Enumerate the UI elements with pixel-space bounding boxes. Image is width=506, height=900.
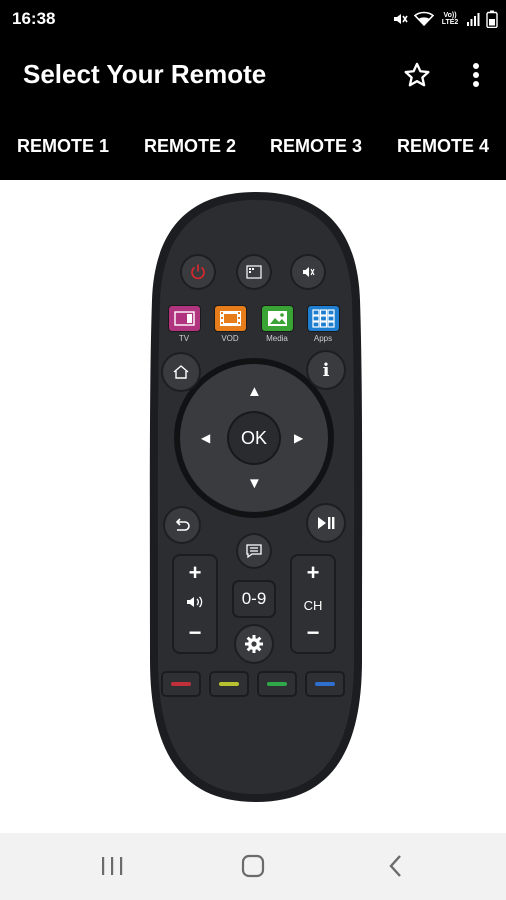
more-options-button[interactable] [462, 56, 490, 94]
home-nav-button[interactable] [231, 848, 275, 884]
down-arrow-icon[interactable]: ▼ [247, 476, 262, 491]
signal-icon [466, 12, 480, 26]
wifi-icon [414, 11, 434, 27]
input-source-button[interactable] [238, 256, 270, 288]
yellow-key-button[interactable] [211, 673, 247, 695]
channel-up-button[interactable]: + [292, 560, 334, 586]
red-key-button[interactable] [163, 673, 199, 695]
tv-app-button[interactable] [169, 306, 200, 331]
volume-down-button[interactable]: − [174, 620, 216, 646]
message-icon [246, 544, 262, 559]
numbers-label: 0-9 [241, 589, 267, 608]
home-icon [241, 854, 265, 878]
settings-button[interactable] [236, 626, 272, 662]
subtitle-button[interactable] [238, 535, 270, 567]
tab-remote-1[interactable]: REMOTE 1 [17, 136, 109, 157]
media-label: Media [266, 334, 288, 343]
status-icons: Vo)) LTE2 [392, 8, 498, 30]
tab-remote-4[interactable]: REMOTE 4 [397, 136, 489, 157]
battery-icon [486, 10, 498, 28]
mute-icon [303, 267, 315, 277]
tv-icon [169, 306, 200, 331]
tab-remote-3[interactable]: REMOTE 3 [270, 136, 362, 157]
vod-label: VOD [221, 334, 239, 343]
status-time: 16:38 [12, 9, 56, 28]
star-icon [404, 62, 430, 87]
input-source-icon [246, 265, 262, 279]
film-icon [215, 306, 246, 331]
vod-app-button[interactable] [215, 306, 246, 331]
more-vert-icon [473, 63, 479, 87]
media-app-button[interactable] [262, 306, 293, 331]
ok-button[interactable]: OK [229, 413, 279, 463]
channel-down-button[interactable]: − [292, 620, 334, 646]
page-title: Select Your Remote [23, 59, 267, 89]
mute-icon [392, 11, 408, 27]
info-icon: i [322, 359, 330, 381]
ok-label: OK [240, 427, 267, 448]
apps-label: Apps [313, 334, 333, 343]
mute-button[interactable] [292, 256, 324, 288]
numbers-button[interactable]: 0-9 [234, 582, 274, 616]
play-pause-icon [318, 517, 335, 529]
info-button[interactable]: i [308, 352, 344, 388]
recent-apps-icon [102, 857, 123, 875]
back-button[interactable] [165, 508, 199, 542]
tv-label: TV [178, 334, 190, 343]
home-button[interactable] [163, 354, 199, 390]
up-arrow-icon[interactable]: ▲ [247, 384, 262, 399]
left-arrow-icon[interactable]: ◀ [201, 431, 210, 446]
tab-remote-2[interactable]: REMOTE 2 [144, 136, 236, 157]
gear-icon [245, 635, 263, 653]
volte-indicator: Vo)) LTE2 [441, 12, 459, 26]
volume-up-button[interactable]: + [174, 560, 216, 586]
green-key-button[interactable] [259, 673, 295, 695]
channel-label: CH [303, 598, 323, 613]
play-pause-button[interactable] [308, 505, 344, 541]
power-button[interactable] [182, 256, 214, 288]
apps-grid-icon [308, 306, 339, 331]
return-icon [175, 518, 190, 531]
back-icon [389, 855, 401, 877]
image-icon [262, 306, 293, 331]
apps-button[interactable] [308, 306, 339, 331]
volume-icon [185, 594, 205, 615]
blue-key-button[interactable] [307, 673, 343, 695]
recent-apps-button[interactable] [90, 848, 134, 884]
power-icon [191, 264, 205, 280]
home-icon [173, 365, 189, 379]
back-nav-button[interactable] [374, 848, 418, 884]
favorite-button[interactable] [398, 56, 436, 94]
right-arrow-icon[interactable]: ▶ [294, 431, 303, 446]
